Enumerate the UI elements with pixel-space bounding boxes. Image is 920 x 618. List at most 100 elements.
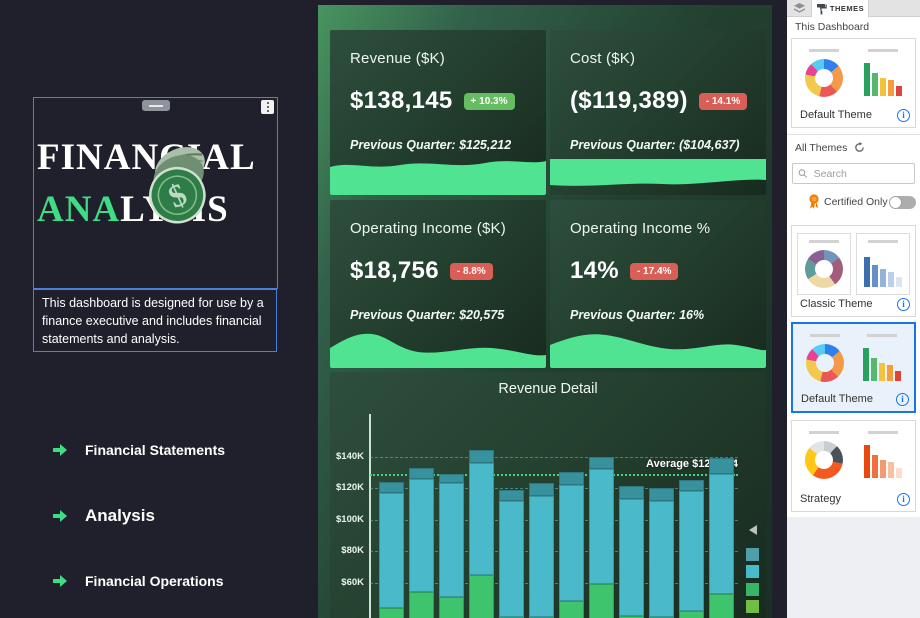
bar-segment[interactable] bbox=[589, 457, 614, 470]
certified-only-row: Certified Only bbox=[787, 194, 920, 210]
bar-segment[interactable] bbox=[409, 592, 434, 618]
bar-segment[interactable] bbox=[619, 499, 644, 616]
refresh-icon[interactable] bbox=[854, 142, 865, 153]
legend-swatch[interactable] bbox=[746, 583, 759, 596]
theme-bars-thumb bbox=[863, 345, 901, 381]
bar-segment[interactable] bbox=[409, 468, 434, 479]
paint-roller-icon bbox=[816, 3, 827, 15]
theme-card-default[interactable]: Default Theme i bbox=[791, 322, 916, 413]
bar-segment[interactable] bbox=[499, 490, 524, 501]
green-arrow-icon bbox=[52, 573, 68, 589]
drag-handle[interactable] bbox=[142, 100, 170, 111]
nav-label: Financial Operations bbox=[85, 573, 223, 589]
nav-analysis[interactable]: Analysis bbox=[52, 506, 155, 526]
current-theme-card[interactable]: Default Theme i bbox=[791, 38, 916, 128]
bar-segment[interactable] bbox=[439, 483, 464, 596]
info-icon[interactable]: i bbox=[897, 109, 910, 122]
delta-badge: - 14.1% bbox=[699, 93, 747, 110]
kebab-menu-icon bbox=[267, 102, 269, 104]
average-label: Average $128,884 bbox=[538, 458, 738, 470]
theme-search bbox=[792, 163, 915, 184]
all-themes-label: All Themes bbox=[795, 142, 865, 154]
panel-empty-area bbox=[787, 517, 920, 618]
sparkline bbox=[330, 153, 546, 195]
bar-segment[interactable] bbox=[589, 469, 614, 584]
theme-donut-thumb bbox=[805, 59, 843, 97]
legend-swatch[interactable] bbox=[746, 548, 759, 561]
kpi-card-cost[interactable]: Cost ($K) ($119,389) - 14.1% Previous Qu… bbox=[550, 30, 766, 195]
certified-only-toggle[interactable] bbox=[889, 196, 916, 209]
info-icon[interactable]: i bbox=[897, 493, 910, 506]
theme-donut-thumb bbox=[805, 250, 843, 288]
bar-segment[interactable] bbox=[709, 594, 734, 618]
bar-segment[interactable] bbox=[709, 458, 734, 474]
bar-segment[interactable] bbox=[439, 597, 464, 618]
theme-bars-thumb bbox=[864, 60, 902, 96]
bar-segment[interactable] bbox=[589, 584, 614, 618]
theme-donut-thumb bbox=[806, 344, 844, 382]
certified-only-label: Certified Only bbox=[824, 196, 888, 208]
bar-segment[interactable] bbox=[379, 608, 404, 618]
kpi-card-operating-income-pct[interactable]: Operating Income % 14% - 17.4% Previous … bbox=[550, 200, 766, 368]
logo-line-2: ANALYSIS bbox=[37, 188, 229, 231]
this-dashboard-label: This Dashboard bbox=[795, 21, 869, 33]
y-tick-label: $120K bbox=[330, 482, 364, 493]
revenue-detail-chart[interactable]: Revenue Detail $140K$120K$100K$80K$60KAv… bbox=[330, 372, 766, 618]
info-icon[interactable]: i bbox=[896, 393, 909, 406]
bar-segment[interactable] bbox=[649, 488, 674, 501]
tab-layers[interactable] bbox=[787, 0, 811, 17]
theme-bars-thumb bbox=[864, 442, 902, 478]
tab-themes-label: THEMES bbox=[830, 4, 864, 13]
kpi-previous: Previous Quarter: $20,575 bbox=[350, 308, 504, 322]
bar-segment[interactable] bbox=[679, 480, 704, 491]
kpi-title: Operating Income % bbox=[570, 220, 710, 237]
logo-line-1: FINANCIAL bbox=[37, 136, 256, 179]
bar-segment[interactable] bbox=[379, 493, 404, 608]
bar-segment[interactable] bbox=[379, 482, 404, 493]
themes-panel: THEMES This Dashboard Default Theme i Al… bbox=[787, 0, 920, 618]
kpi-card-revenue[interactable]: Revenue ($K) $138,145 + 10.3% Previous Q… bbox=[330, 30, 546, 195]
theme-card-classic[interactable]: Classic Theme i bbox=[791, 225, 916, 317]
bar-segment[interactable] bbox=[439, 474, 464, 483]
nav-financial-operations[interactable]: Financial Operations bbox=[52, 573, 223, 589]
search-icon bbox=[798, 168, 808, 179]
bar-segment[interactable] bbox=[469, 463, 494, 575]
kpi-title: Cost ($K) bbox=[570, 50, 635, 67]
logo-widget[interactable]: FINANCIAL ANALYSIS $ bbox=[33, 97, 278, 289]
legend-collapse-icon[interactable] bbox=[749, 525, 757, 535]
panel-tab-bar: THEMES bbox=[787, 0, 920, 17]
bar-segment[interactable] bbox=[469, 450, 494, 463]
kpi-value: $138,145 bbox=[350, 87, 453, 115]
left-sidebar: FINANCIAL ANALYSIS $ This dashboard is d… bbox=[0, 0, 318, 618]
layers-icon bbox=[793, 2, 806, 15]
bar-segment[interactable] bbox=[559, 485, 584, 602]
widget-menu-button[interactable] bbox=[261, 100, 274, 114]
theme-card-strategy[interactable]: Strategy i bbox=[791, 420, 916, 512]
bar-segment[interactable] bbox=[679, 611, 704, 618]
bar-segment[interactable] bbox=[469, 575, 494, 618]
info-icon[interactable]: i bbox=[897, 298, 910, 311]
bar-segment[interactable] bbox=[559, 472, 584, 485]
bar-segment[interactable] bbox=[679, 491, 704, 611]
dashboard-description[interactable]: This dashboard is designed for use by a … bbox=[33, 289, 277, 352]
green-arrow-icon bbox=[52, 442, 68, 458]
tab-themes[interactable]: THEMES bbox=[811, 0, 869, 17]
kpi-value: $18,756 bbox=[350, 257, 439, 285]
search-input[interactable] bbox=[812, 167, 909, 181]
nav-financial-statements[interactable]: Financial Statements bbox=[52, 442, 225, 458]
delta-badge: - 8.8% bbox=[450, 263, 493, 280]
bar-segment[interactable] bbox=[529, 496, 554, 617]
sparkline bbox=[550, 153, 766, 195]
bar-segment[interactable] bbox=[559, 601, 584, 618]
bar-segment[interactable] bbox=[529, 483, 554, 496]
bar-segment[interactable] bbox=[619, 486, 644, 499]
bar-segment[interactable] bbox=[409, 479, 434, 592]
bar-segment[interactable] bbox=[499, 501, 524, 618]
legend-swatch[interactable] bbox=[746, 600, 759, 613]
kpi-card-operating-income[interactable]: Operating Income ($K) $18,756 - 8.8% Pre… bbox=[330, 200, 546, 368]
legend-swatch[interactable] bbox=[746, 565, 759, 578]
sparkline bbox=[550, 326, 766, 368]
kpi-previous: Previous Quarter: 16% bbox=[570, 308, 704, 322]
bar-segment[interactable] bbox=[649, 501, 674, 618]
bar-segment[interactable] bbox=[709, 474, 734, 594]
